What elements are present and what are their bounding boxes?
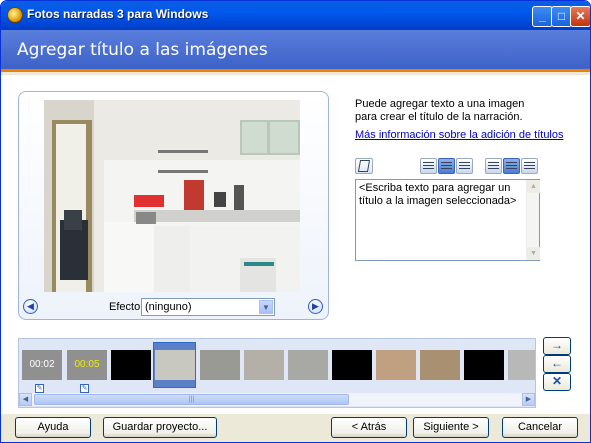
font-button[interactable] — [355, 158, 373, 174]
help-button[interactable]: Ayuda — [15, 417, 91, 438]
help-link[interactable]: Más información sobre la adición de títu… — [355, 129, 564, 141]
align-left-button[interactable] — [420, 158, 437, 174]
scroll-up-icon[interactable]: ▲ — [527, 180, 540, 193]
filmstrip-item[interactable] — [420, 350, 460, 380]
back-button[interactable]: < Atrás — [331, 417, 407, 438]
filmstrip-item[interactable] — [508, 350, 535, 380]
remove-button[interactable]: ✕ — [543, 373, 571, 391]
previous-image-button[interactable]: ◀ — [23, 299, 38, 314]
align-right-button[interactable] — [456, 158, 473, 174]
image-preview-panel: ◀ ▶ Efecto: (ninguno) ▼ — [18, 91, 329, 320]
app-window: Fotos narradas 3 para Windows _ □ ✕ Agre… — [0, 0, 591, 443]
effect-label: Efecto: — [109, 301, 143, 313]
app-icon — [7, 7, 23, 23]
next-image-button[interactable]: ▶ — [308, 299, 323, 314]
move-left-button[interactable]: ← — [543, 355, 571, 373]
duration-label: 00:02 — [29, 359, 55, 370]
align-center-button[interactable] — [438, 158, 455, 174]
scroll-right-icon[interactable]: ▶ — [522, 393, 535, 406]
wizard-footer: Ayuda Guardar proyecto... < Atrás Siguie… — [1, 414, 590, 442]
page-title: Agregar título a las imágenes — [17, 40, 268, 60]
filmstrip: 00:02 00:05 ✎ ✎ ◀ ||| ▶ — [18, 338, 536, 408]
minimize-button[interactable]: _ — [532, 6, 553, 27]
filmstrip-item[interactable] — [288, 350, 328, 380]
filmstrip-item[interactable] — [376, 350, 416, 380]
filmstrip-item[interactable]: 00:05 — [67, 350, 107, 380]
position-top-button[interactable] — [485, 158, 502, 174]
font-icon — [357, 160, 371, 172]
align-right-icon — [459, 162, 470, 163]
duration-label: 00:05 — [74, 359, 100, 370]
effect-label-text: Efecto: — [109, 301, 144, 313]
close-button[interactable]: ✕ — [570, 6, 590, 27]
scroll-down-icon[interactable]: ▼ — [527, 247, 540, 260]
effect-dropdown[interactable]: (ninguno) ▼ — [141, 298, 275, 316]
position-middle-icon — [506, 162, 517, 163]
effect-value: (ninguno) — [145, 301, 192, 313]
title-text-placeholder: <Escriba texto para agregar un título a … — [359, 182, 517, 207]
next-button[interactable]: Siguiente > — [413, 417, 489, 438]
position-bottom-button[interactable] — [521, 158, 538, 174]
chevron-down-icon[interactable]: ▼ — [259, 300, 273, 314]
preview-image — [44, 100, 300, 292]
scrollbar-thumb[interactable]: ||| — [34, 394, 349, 405]
filmstrip-item[interactable] — [464, 350, 504, 380]
filmstrip-item[interactable] — [332, 350, 372, 380]
position-middle-button[interactable] — [503, 158, 520, 174]
align-center-icon — [441, 162, 452, 163]
wizard-content: ◀ ▶ Efecto: (ninguno) ▼ Puede agregar te… — [1, 75, 590, 414]
filmstrip-item[interactable] — [111, 350, 151, 380]
filmstrip-item[interactable] — [244, 350, 284, 380]
maximize-button[interactable]: □ — [551, 6, 572, 27]
title-bar: Fotos narradas 3 para Windows _ □ ✕ — [1, 1, 590, 30]
edit-icon[interactable]: ✎ — [35, 384, 44, 393]
position-bottom-icon — [524, 162, 535, 163]
scroll-left-icon[interactable]: ◀ — [19, 393, 32, 406]
textarea-scrollbar[interactable]: ▲ ▼ — [526, 180, 540, 260]
move-right-button[interactable]: → — [543, 337, 571, 355]
filmstrip-scrollbar[interactable]: ◀ ||| ▶ — [19, 393, 535, 406]
edit-icon[interactable]: ✎ — [80, 384, 89, 393]
filmstrip-item[interactable] — [200, 350, 240, 380]
info-description: Puede agregar texto a una imagen para cr… — [355, 98, 525, 123]
title-text-input[interactable]: <Escriba texto para agregar un título a … — [355, 179, 540, 261]
align-left-icon — [423, 162, 434, 163]
window-title: Fotos narradas 3 para Windows — [27, 7, 209, 21]
filmstrip-item-selected[interactable] — [155, 350, 195, 380]
cancel-button[interactable]: Cancelar — [502, 417, 578, 438]
save-project-button[interactable]: Guardar proyecto... — [103, 417, 217, 438]
wizard-header: Agregar título a las imágenes — [1, 30, 590, 72]
position-top-icon — [488, 162, 499, 163]
filmstrip-item[interactable]: 00:02 — [22, 350, 62, 380]
